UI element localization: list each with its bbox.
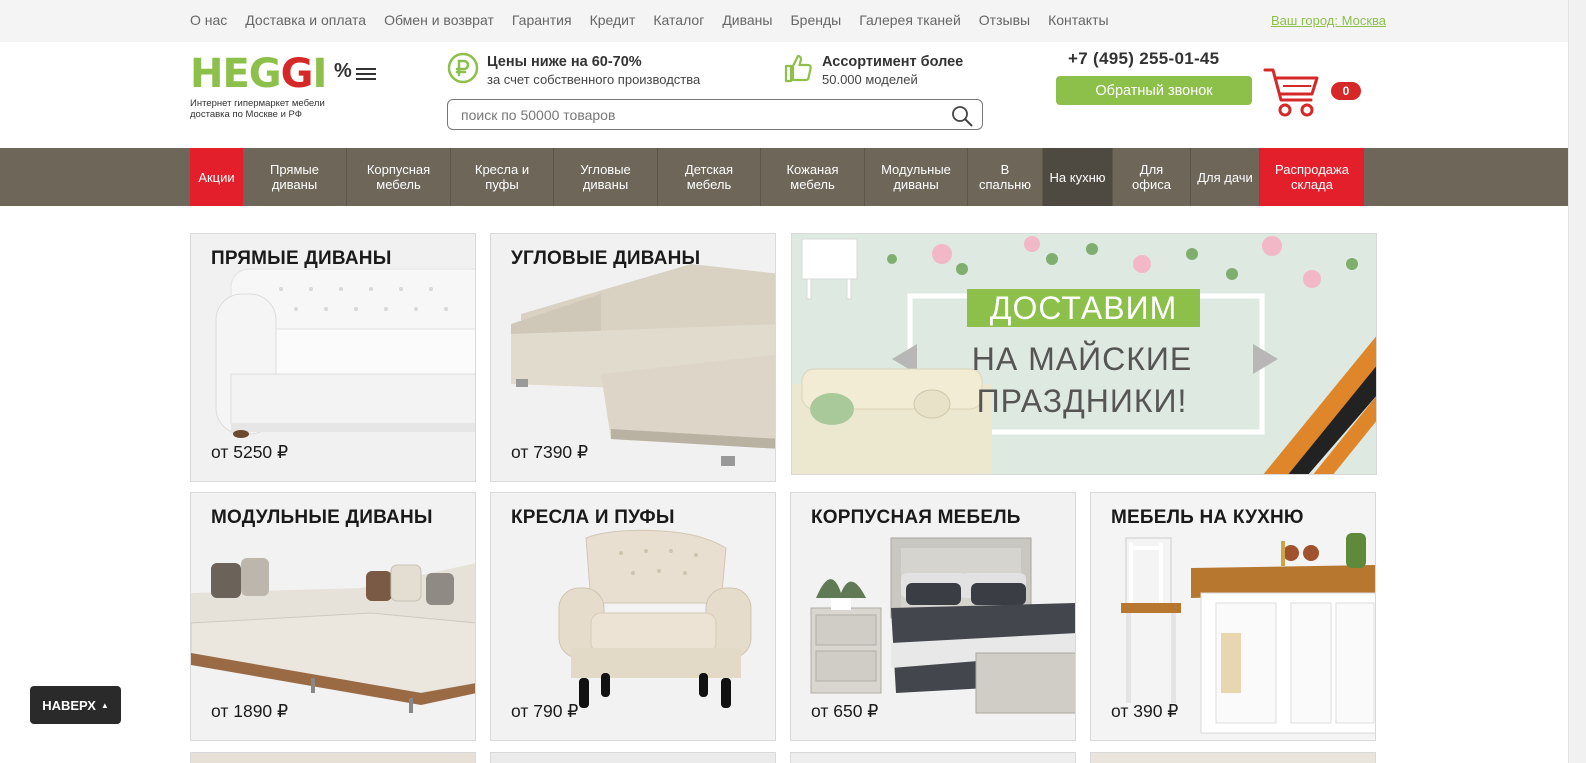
- caret-up-icon: ▲: [100, 700, 109, 710]
- nav-item-warehouse-sale[interactable]: Распродажа склада: [1260, 148, 1364, 206]
- main-category-nav: Акции Прямые диваны Корпусная мебель Кре…: [0, 148, 1586, 206]
- category-price: от 650 ₽: [811, 701, 879, 721]
- banner-line-2: НА МАЙСКИЕ: [971, 341, 1193, 377]
- feature-low-prices: Цены ниже на 60-70% за счет собственного…: [447, 52, 700, 88]
- logo-speed-lines-icon: [356, 68, 376, 80]
- nav-item-modular-sofas[interactable]: Модульные диваны: [865, 148, 968, 206]
- site-header: HEGGI % Интернет гипермаркет мебели дост…: [0, 42, 1586, 148]
- nav-item-office[interactable]: Для офиса: [1113, 148, 1191, 206]
- category-card-straight-sofas[interactable]: ПРЯМЫЕ ДИВАНЫ от 5250 ₽: [190, 233, 476, 482]
- category-title: ПРЯМЫЕ ДИВАНЫ: [211, 248, 392, 269]
- promo-banner-may-holidays[interactable]: ДОСТАВИМ НА МАЙСКИЕ ПРАЗДНИКИ!: [791, 233, 1377, 475]
- nav-item-armchairs[interactable]: Кресла и пуфы: [451, 148, 554, 206]
- category-card-partial[interactable]: [490, 752, 776, 763]
- category-card-partial[interactable]: [190, 752, 476, 763]
- cart-icon[interactable]: [1263, 66, 1321, 118]
- nav-item-sales[interactable]: Акции: [190, 148, 243, 206]
- banner-subtext: НА МАЙСКИЕ ПРАЗДНИКИ!: [922, 338, 1242, 422]
- top-nav-link-about[interactable]: О нас: [190, 12, 227, 28]
- category-card-armchairs[interactable]: КРЕСЛА И ПУФЫ от 790 ₽: [490, 492, 776, 741]
- city-selector-link[interactable]: Ваш город: Москва: [1271, 13, 1386, 28]
- feature-assortment-subtitle: 50.000 моделей: [822, 72, 918, 87]
- nav-item-bedroom[interactable]: В спальню: [968, 148, 1043, 206]
- search-box: [447, 99, 983, 130]
- top-nav-link-warranty[interactable]: Гарантия: [512, 12, 572, 28]
- page-scrollbar[interactable]: [1568, 0, 1586, 763]
- banner-line-3: ПРАЗДНИКИ!: [976, 383, 1188, 419]
- cart-count-badge: 0: [1331, 82, 1361, 100]
- logo[interactable]: HEGGI % Интернет гипермаркет мебели дост…: [190, 54, 380, 124]
- nav-item-dacha[interactable]: Для дачи: [1191, 148, 1260, 206]
- feature-price-title: Цены ниже на 60-70%: [487, 54, 642, 70]
- callback-button[interactable]: Обратный звонок: [1056, 76, 1252, 105]
- phone-number[interactable]: +7 (495) 255-01-45: [1068, 49, 1219, 69]
- search-input[interactable]: [448, 100, 928, 129]
- category-title: КРЕСЛА И ПУФЫ: [511, 507, 675, 528]
- category-title: МОДУЛЬНЫЕ ДИВАНЫ: [211, 507, 433, 528]
- nav-item-kitchen[interactable]: На кухню: [1043, 148, 1113, 206]
- top-nav-link-reviews[interactable]: Отзывы: [979, 12, 1030, 28]
- top-nav-link-sofas[interactable]: Диваны: [722, 12, 772, 28]
- thumbs-up-icon: [784, 54, 812, 83]
- category-price: от 7390 ₽: [511, 442, 589, 462]
- category-price: от 790 ₽: [511, 701, 579, 721]
- search-icon[interactable]: [951, 105, 973, 127]
- category-price: от 5250 ₽: [211, 442, 289, 462]
- nav-item-corner-sofas[interactable]: Угловые диваны: [554, 148, 658, 206]
- top-nav-link-delivery[interactable]: Доставка и оплата: [245, 12, 366, 28]
- category-title: КОРПУСНАЯ МЕБЕЛЬ: [811, 507, 1021, 528]
- feature-assortment-title: Ассортимент более: [822, 54, 964, 70]
- back-to-top-label: НАВЕРХ: [42, 697, 96, 713]
- logo-tagline: Интернет гипермаркет мебели доставка по …: [190, 98, 380, 120]
- nav-item-leather-furniture[interactable]: Кожаная мебель: [761, 148, 865, 206]
- top-nav-link-returns[interactable]: Обмен и возврат: [384, 12, 494, 28]
- top-nav-link-brands[interactable]: Бренды: [790, 12, 841, 28]
- category-title: УГЛОВЫЕ ДИВАНЫ: [511, 248, 701, 269]
- category-card-cabinet-furniture[interactable]: КОРПУСНАЯ МЕБЕЛЬ от 650 ₽: [790, 492, 1076, 741]
- category-price: от 1890 ₽: [211, 701, 289, 721]
- category-card-modular-sofas[interactable]: МОДУЛЬНЫЕ ДИВАНЫ от 1890 ₽: [190, 492, 476, 741]
- banner-headline: ДОСТАВИМ: [967, 289, 1200, 327]
- logo-tagline-line-1: Интернет гипермаркет мебели: [190, 98, 325, 109]
- category-title: МЕБЕЛЬ НА КУХНЮ: [1111, 507, 1304, 528]
- category-card-partial[interactable]: [790, 752, 1076, 763]
- category-price: от 390 ₽: [1111, 701, 1179, 721]
- top-bar: О нас Доставка и оплата Обмен и возврат …: [0, 0, 1586, 42]
- feature-price-subtitle: за счет собственного производства: [487, 72, 701, 87]
- logo-percent: %: [334, 60, 352, 82]
- top-nav-link-credit[interactable]: Кредит: [590, 12, 636, 28]
- ruble-circle-icon: [447, 52, 479, 84]
- back-to-top-button[interactable]: НАВЕРХ ▲: [30, 686, 121, 724]
- top-nav: О нас Доставка и оплата Обмен и возврат …: [190, 12, 1109, 28]
- category-card-corner-sofas[interactable]: УГЛОВЫЕ ДИВАНЫ от 7390 ₽: [490, 233, 776, 482]
- top-nav-link-catalog[interactable]: Каталог: [653, 12, 704, 28]
- top-nav-link-fabrics[interactable]: Галерея тканей: [859, 12, 961, 28]
- category-card-partial[interactable]: [1090, 752, 1376, 763]
- category-card-kitchen-furniture[interactable]: МЕБЕЛЬ НА КУХНЮ от 390 ₽: [1090, 492, 1376, 741]
- top-nav-link-contacts[interactable]: Контакты: [1048, 12, 1108, 28]
- feature-assortment: Ассортимент более 50.000 моделей: [782, 52, 963, 88]
- nav-item-straight-sofas[interactable]: Прямые диваны: [243, 148, 347, 206]
- nav-item-cabinet-furniture[interactable]: Корпусная мебель: [347, 148, 451, 206]
- logo-tagline-line-2: доставка по Москве и РФ: [190, 109, 302, 120]
- nav-item-kids-furniture[interactable]: Детская мебель: [658, 148, 761, 206]
